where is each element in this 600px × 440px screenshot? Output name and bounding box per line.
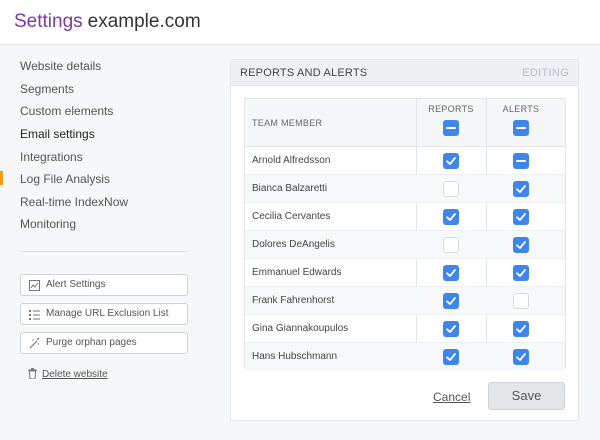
minus-icon [516, 127, 526, 129]
sidebar-item-email-settings[interactable]: Email settings [20, 127, 95, 141]
sidebar-item-monitoring[interactable]: Monitoring [20, 217, 76, 231]
checkmark-icon [446, 213, 456, 221]
checkmark-icon [446, 353, 456, 361]
checkmark-icon [516, 269, 526, 277]
sidebar-item-realtime-indexnow[interactable]: Real-time IndexNow [20, 195, 128, 209]
table-row: Dolores DeAngelis [245, 231, 565, 259]
delete-website-label: Delete website [42, 369, 108, 380]
checkmark-icon [516, 325, 526, 333]
purge-orphan-pages-label: Purge orphan pages [46, 337, 137, 348]
alerts-checkbox[interactable] [513, 349, 529, 365]
trash-icon [28, 368, 37, 379]
team-member-table: TEAM MEMBER REPORTS ALERTS Arnold Alfred… [244, 98, 566, 371]
reports-select-all-checkbox[interactable] [443, 120, 459, 136]
sidebar-divider [20, 251, 188, 252]
panel-header: REPORTS AND ALERTS EDITING [231, 60, 578, 86]
reports-checkbox[interactable] [443, 209, 459, 225]
page-title: Settings example.com [14, 11, 201, 33]
table-row: Bianca Balzaretti [245, 175, 565, 203]
member-name: Frank Fahrenhorst [252, 295, 335, 306]
table-row: Emmanuel Edwards [245, 259, 565, 287]
reports-checkbox[interactable] [443, 181, 459, 197]
checkmark-icon [516, 185, 526, 193]
team-member-column-header: TEAM MEMBER [252, 118, 323, 128]
active-nav-marker [0, 171, 3, 185]
top-header: Settings example.com [0, 0, 600, 45]
alerts-checkbox[interactable] [513, 321, 529, 337]
sidebar-item-log-file-analysis[interactable]: Log File Analysis [20, 172, 110, 186]
alerts-column-header: ALERTS [502, 104, 540, 114]
checkmark-icon [516, 353, 526, 361]
sidebar: Website details Segments Custom elements… [0, 45, 205, 440]
alerts-select-all-checkbox[interactable] [513, 120, 529, 136]
checkmark-icon [446, 269, 456, 277]
reports-checkbox[interactable] [443, 349, 459, 365]
table-row: Arnold Alfredsson [245, 147, 565, 175]
reports-column-header: REPORTS [428, 104, 474, 114]
table-row: Hans Hubschmann [245, 343, 565, 371]
checkmark-icon [446, 297, 456, 305]
minus-icon [516, 160, 526, 162]
checkmark-icon [446, 157, 456, 165]
alerts-checkbox[interactable] [513, 209, 529, 225]
reports-checkbox[interactable] [443, 237, 459, 253]
cancel-button[interactable]: Cancel [433, 390, 470, 404]
minus-icon [446, 127, 456, 129]
member-name: Arnold Alfredsson [252, 155, 331, 166]
alerts-checkbox[interactable] [513, 237, 529, 253]
alert-settings-label: Alert Settings [46, 279, 106, 290]
reports-alerts-panel: REPORTS AND ALERTS EDITING TEAM MEMBER R… [230, 59, 579, 421]
delete-website-link[interactable]: Delete website [28, 368, 108, 380]
sidebar-item-custom-elements[interactable]: Custom elements [20, 104, 113, 118]
sidebar-item-integrations[interactable]: Integrations [20, 150, 83, 164]
list-icon [29, 310, 40, 320]
table-row: Cecilia Cervantes [245, 203, 565, 231]
member-name: Gina Giannakoupulos [252, 323, 349, 334]
member-name: Dolores DeAngelis [252, 239, 335, 250]
reports-checkbox[interactable] [443, 293, 459, 309]
sidebar-item-website-details[interactable]: Website details [20, 59, 101, 73]
alerts-checkbox[interactable] [513, 153, 529, 169]
member-name: Hans Hubschmann [252, 351, 338, 362]
alerts-checkbox[interactable] [513, 293, 529, 309]
sidebar-item-segments[interactable]: Segments [20, 82, 74, 96]
purge-orphan-pages-button[interactable]: Purge orphan pages [20, 332, 188, 354]
panel-title: REPORTS AND ALERTS [240, 67, 368, 79]
alerts-checkbox[interactable] [513, 265, 529, 281]
table-row: Frank Fahrenhorst [245, 287, 565, 315]
table-row: Gina Giannakoupulos [245, 315, 565, 343]
alerts-checkbox[interactable] [513, 181, 529, 197]
settings-title: Settings [14, 11, 83, 32]
wand-icon [29, 338, 40, 349]
member-name: Emmanuel Edwards [252, 267, 342, 278]
reports-checkbox[interactable] [443, 153, 459, 169]
editing-status: EDITING [522, 67, 569, 79]
member-name: Bianca Balzaretti [252, 183, 328, 194]
member-name: Cecilia Cervantes [252, 211, 331, 222]
save-button[interactable]: Save [488, 382, 565, 410]
table-header-row: TEAM MEMBER REPORTS ALERTS [245, 99, 565, 147]
checkmark-icon [516, 213, 526, 221]
reports-checkbox[interactable] [443, 321, 459, 337]
checkmark-icon [516, 241, 526, 249]
chart-icon [29, 280, 40, 291]
reports-checkbox[interactable] [443, 265, 459, 281]
alert-settings-button[interactable]: Alert Settings [20, 274, 188, 296]
manage-url-exclusion-button[interactable]: Manage URL Exclusion List [20, 303, 188, 325]
manage-url-exclusion-label: Manage URL Exclusion List [46, 308, 169, 319]
checkmark-icon [446, 325, 456, 333]
site-domain: example.com [87, 11, 201, 32]
